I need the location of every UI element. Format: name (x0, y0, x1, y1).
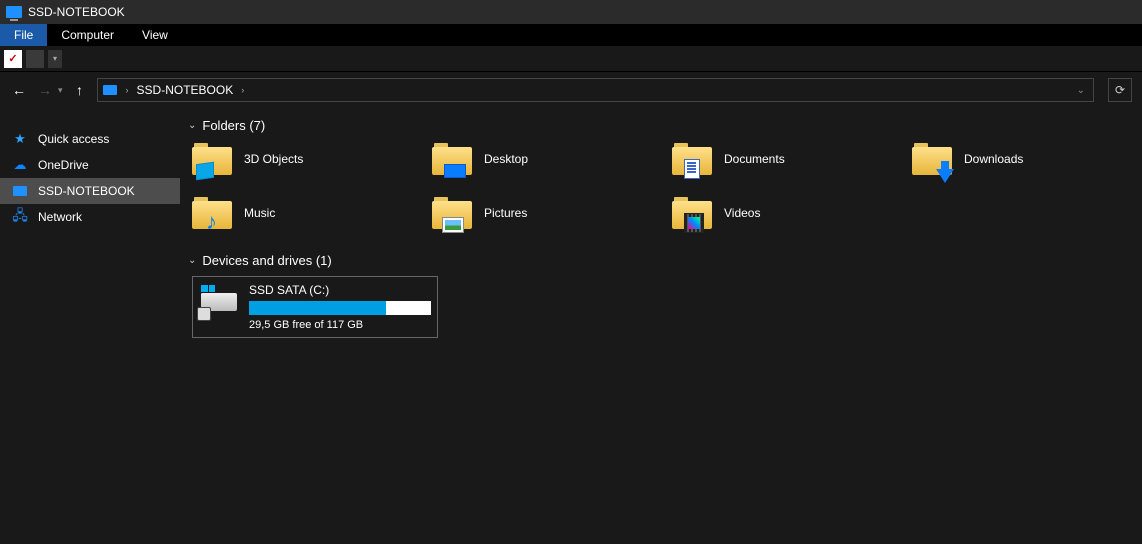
sidebar-onedrive[interactable]: ☁ OneDrive (0, 152, 180, 178)
window-title: SSD-NOTEBOOK (28, 5, 125, 19)
sidebar-network[interactable]: 🖧 Network (0, 204, 180, 230)
group-label: Folders (7) (202, 118, 265, 133)
back-button[interactable]: ← (10, 81, 28, 99)
folder-icon (672, 195, 712, 231)
folder-videos[interactable]: Videos (672, 195, 912, 231)
sidebar-item-label: Quick access (38, 132, 109, 146)
folder-documents[interactable]: Documents (672, 141, 912, 177)
group-drives-header[interactable]: ⌄ Devices and drives (1) (188, 253, 1136, 268)
qat-button[interactable] (26, 50, 44, 68)
breadcrumb-sep-icon: › (241, 85, 244, 95)
menu-file[interactable]: File (0, 24, 47, 46)
computer-icon (102, 82, 118, 98)
menu-view[interactable]: View (128, 24, 182, 46)
up-button[interactable]: ↑ (71, 81, 89, 99)
folder-icon (432, 141, 472, 177)
group-label: Devices and drives (1) (202, 253, 331, 268)
breadcrumb-root[interactable]: SSD-NOTEBOOK (137, 83, 234, 97)
folder-label: Music (244, 206, 275, 220)
content-pane: ⌄ Folders (7) 3D Objects Desktop Documen… (180, 108, 1142, 544)
drive-name: SSD SATA (C:) (249, 283, 431, 297)
menubar: File Computer View (0, 24, 1142, 46)
drive-subtitle: 29,5 GB free of 117 GB (249, 319, 431, 331)
folder-label: Pictures (484, 206, 527, 220)
folder-3d-objects[interactable]: 3D Objects (192, 141, 432, 177)
quick-access-toolbar: ✓ ▾ (0, 46, 1142, 72)
computer-icon (6, 4, 22, 20)
folder-label: Desktop (484, 152, 528, 166)
titlebar: SSD-NOTEBOOK (0, 0, 1142, 24)
sidebar-item-label: SSD-NOTEBOOK (38, 184, 135, 198)
folder-label: Videos (724, 206, 760, 220)
properties-button[interactable]: ✓ (4, 50, 22, 68)
chevron-down-icon: ⌄ (188, 120, 196, 131)
breadcrumb-sep-icon: › (126, 85, 129, 95)
folder-icon (432, 195, 472, 231)
qat-dropdown[interactable]: ▾ (48, 50, 62, 68)
navigation-row: ← → ▾ ↑ › SSD-NOTEBOOK › ⌄ ⟳ (0, 72, 1142, 108)
drive-usage-fill (249, 301, 386, 315)
folder-music[interactable]: ♪ Music (192, 195, 432, 231)
sidebar-quick-access[interactable]: ★ Quick access (0, 126, 180, 152)
star-icon: ★ (12, 131, 28, 147)
refresh-button[interactable]: ⟳ (1108, 78, 1132, 102)
computer-icon (12, 183, 28, 199)
network-icon: 🖧 (12, 209, 28, 225)
address-dropdown-icon[interactable]: ⌄ (1073, 85, 1089, 96)
forward-button[interactable]: → (36, 81, 54, 99)
sidebar-item-label: OneDrive (38, 158, 89, 172)
drive-usage-bar (249, 301, 431, 315)
group-folders-header[interactable]: ⌄ Folders (7) (188, 118, 1136, 133)
navigation-pane: ★ Quick access ☁ OneDrive SSD-NOTEBOOK 🖧… (0, 108, 180, 544)
drive-c[interactable]: SSD SATA (C:) 29,5 GB free of 117 GB (192, 276, 438, 338)
cloud-icon: ☁ (12, 157, 28, 173)
folder-label: Documents (724, 152, 785, 166)
address-bar[interactable]: › SSD-NOTEBOOK › ⌄ (97, 78, 1094, 102)
sidebar-item-label: Network (38, 210, 82, 224)
folder-downloads[interactable]: Downloads (912, 141, 1142, 177)
folder-icon (672, 141, 712, 177)
folder-desktop[interactable]: Desktop (432, 141, 672, 177)
folder-pictures[interactable]: Pictures (432, 195, 672, 231)
folder-label: Downloads (964, 152, 1023, 166)
chevron-down-icon: ⌄ (188, 255, 196, 266)
folder-icon (912, 141, 952, 177)
history-dropdown[interactable]: ▾ (58, 85, 63, 96)
drive-icon (199, 283, 239, 319)
menu-computer[interactable]: Computer (47, 24, 128, 46)
folder-icon: ♪ (192, 195, 232, 231)
folder-label: 3D Objects (244, 152, 303, 166)
sidebar-this-pc[interactable]: SSD-NOTEBOOK (0, 178, 180, 204)
folder-icon (192, 141, 232, 177)
